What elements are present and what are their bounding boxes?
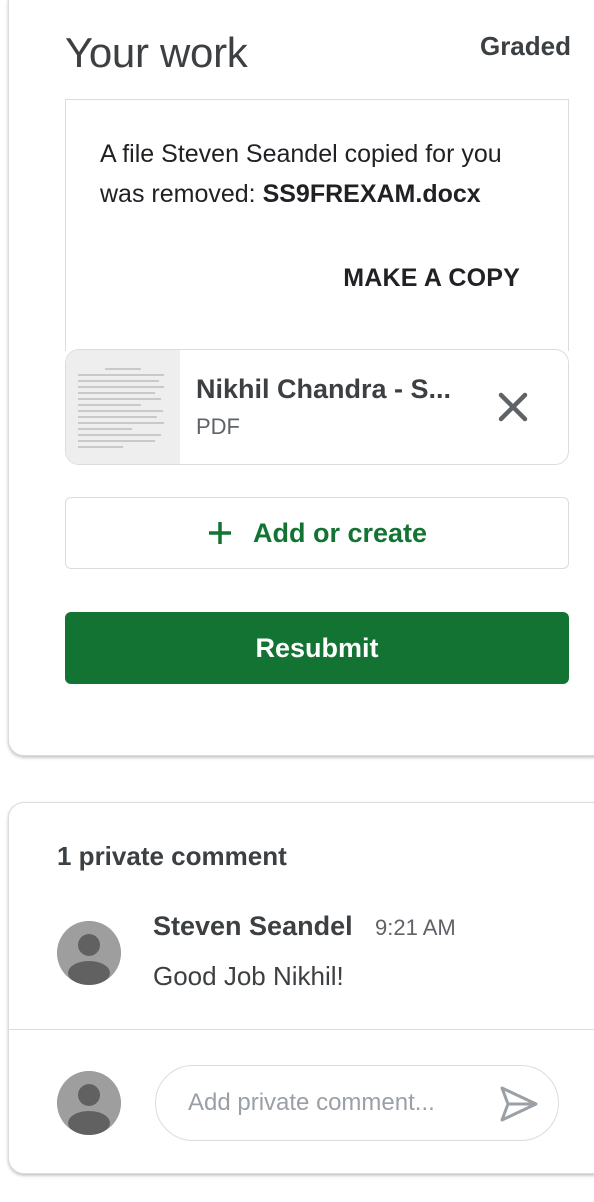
your-work-card: Your work Graded A file Steven Seandel c… (8, 0, 594, 756)
make-a-copy-button[interactable]: MAKE A COPY (343, 264, 520, 293)
close-icon[interactable] (494, 388, 532, 426)
private-comments-heading: 1 private comment (57, 841, 287, 871)
pdf-thumbnail-icon (66, 350, 180, 464)
removed-notice-text: A file Steven Seandel copied for you was… (100, 134, 540, 214)
comment-text: Good Job Nikhil! (153, 961, 344, 991)
private-comment-field[interactable] (155, 1065, 559, 1141)
avatar-icon (57, 1071, 121, 1135)
plus-icon (207, 520, 233, 546)
resubmit-label: Resubmit (255, 632, 379, 663)
removed-file-notice: A file Steven Seandel copied for you was… (65, 99, 569, 351)
resubmit-button[interactable]: Resubmit (65, 612, 569, 684)
comments-divider (9, 1029, 594, 1030)
attachment-name[interactable]: Nikhil Chandra - S... (196, 374, 486, 405)
avatar-icon (57, 921, 121, 985)
send-icon[interactable] (498, 1084, 540, 1124)
private-comments-card: 1 private comment Steven Seandel 9:21 AM… (8, 802, 594, 1174)
removed-filename: SS9FREXAM.docx (262, 180, 481, 208)
comment-author: Steven Seandel (153, 911, 353, 941)
attachment-type: PDF (196, 414, 240, 439)
private-comment-input[interactable] (186, 1084, 476, 1122)
comment-timestamp: 9:21 AM (375, 915, 456, 940)
add-or-create-button[interactable]: Add or create (65, 497, 569, 569)
your-work-title: Your work (65, 29, 248, 76)
add-or-create-label: Add or create (252, 517, 428, 548)
attachment-card[interactable]: Nikhil Chandra - S... PDF (65, 349, 569, 465)
grade-status: Graded (479, 31, 571, 61)
